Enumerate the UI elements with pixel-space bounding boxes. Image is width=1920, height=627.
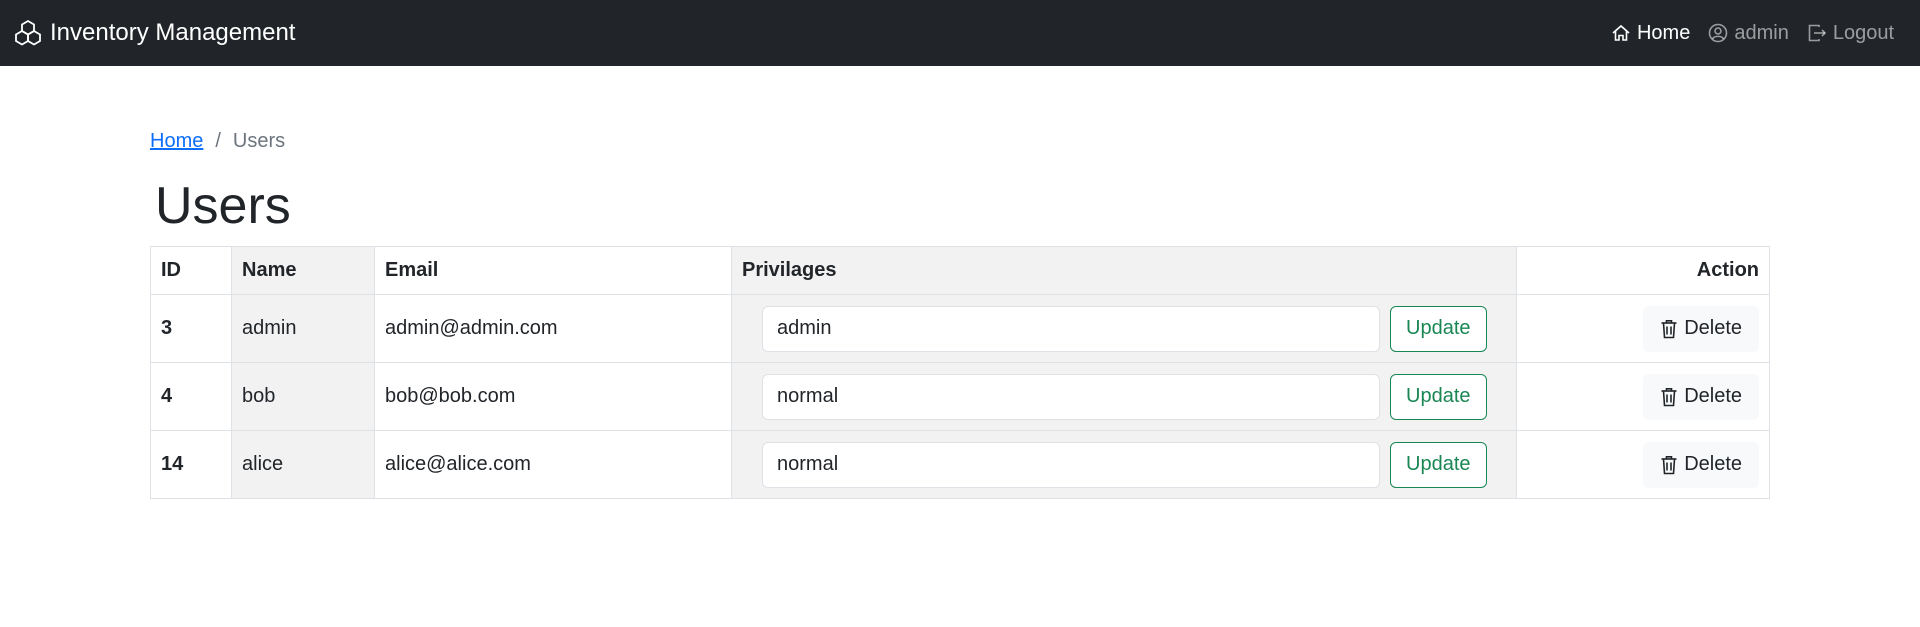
privilages-cell: Update bbox=[731, 430, 1517, 499]
breadcrumb-current: Users bbox=[232, 130, 286, 152]
person-circle-icon bbox=[1709, 23, 1728, 43]
action-cell: Delete bbox=[1516, 362, 1770, 431]
privilages-input[interactable] bbox=[762, 373, 1380, 420]
header-email: Email bbox=[374, 246, 732, 295]
header-action: Action bbox=[1516, 246, 1770, 295]
boxes-icon bbox=[15, 19, 41, 46]
brand-title: Inventory Management bbox=[50, 19, 296, 46]
table-header-row: ID Name Email Privilages Action bbox=[150, 246, 1770, 295]
table-row: 4 bob bob@bob.com Update Delete bbox=[150, 362, 1770, 431]
privilages-form: Update bbox=[742, 373, 1506, 420]
delete-label: Delete bbox=[1684, 385, 1742, 407]
house-icon bbox=[1612, 24, 1630, 41]
user-name: admin bbox=[231, 294, 375, 363]
privilages-cell: Update bbox=[731, 362, 1517, 431]
update-button[interactable]: Update bbox=[1390, 373, 1487, 420]
user-id: 3 bbox=[150, 294, 232, 363]
nav-user[interactable]: admin bbox=[1708, 21, 1789, 45]
navbar-menu: Home admin Logout bbox=[1611, 22, 1906, 45]
breadcrumb: Home / Users bbox=[150, 130, 285, 153]
user-name: bob bbox=[231, 362, 375, 431]
action-cell: Delete bbox=[1516, 294, 1770, 363]
user-name: alice bbox=[231, 430, 375, 499]
privilages-input[interactable] bbox=[762, 305, 1380, 352]
privilages-form: Update bbox=[742, 305, 1506, 352]
breadcrumb-separator: / bbox=[215, 130, 221, 152]
delete-label: Delete bbox=[1684, 453, 1742, 475]
user-id: 14 bbox=[150, 430, 232, 499]
delete-button[interactable]: Delete bbox=[1643, 441, 1759, 488]
brand[interactable]: Inventory Management bbox=[14, 19, 295, 47]
update-button[interactable]: Update bbox=[1390, 305, 1487, 352]
delete-label: Delete bbox=[1684, 317, 1742, 339]
table-row: 3 admin admin@admin.com Update Delete bbox=[150, 294, 1770, 363]
user-email: alice@alice.com bbox=[374, 430, 732, 499]
trash-icon bbox=[1661, 387, 1677, 406]
privilages-form: Update bbox=[742, 441, 1506, 488]
users-table: ID Name Email Privilages Action 3 admin … bbox=[150, 246, 1770, 499]
user-email: admin@admin.com bbox=[374, 294, 732, 363]
privilages-cell: Update bbox=[731, 294, 1517, 363]
nav-home[interactable]: Home bbox=[1611, 22, 1690, 45]
delete-button[interactable]: Delete bbox=[1643, 373, 1759, 420]
nav-logout-label: Logout bbox=[1832, 21, 1894, 44]
action-cell: Delete bbox=[1516, 430, 1770, 499]
header-id: ID bbox=[150, 246, 232, 295]
nav-home-label: Home bbox=[1636, 21, 1691, 44]
nav-logout[interactable]: Logout bbox=[1807, 22, 1894, 45]
top-navbar: Inventory Management Home admin Logout bbox=[0, 0, 1920, 66]
breadcrumb-home-link[interactable]: Home bbox=[150, 130, 203, 153]
box-arrow-right-icon bbox=[1808, 24, 1826, 42]
privilages-input[interactable] bbox=[762, 441, 1380, 488]
user-email: bob@bob.com bbox=[374, 362, 732, 431]
delete-button[interactable]: Delete bbox=[1643, 305, 1759, 352]
table-row: 14 alice alice@alice.com Update Delete bbox=[150, 430, 1770, 499]
user-id: 4 bbox=[150, 362, 232, 431]
trash-icon bbox=[1661, 455, 1677, 474]
nav-user-label: admin bbox=[1734, 21, 1789, 44]
trash-icon bbox=[1661, 319, 1677, 338]
update-button[interactable]: Update bbox=[1390, 441, 1487, 488]
page-title: Users bbox=[155, 177, 291, 235]
header-name: Name bbox=[231, 246, 375, 295]
header-privilages: Privilages bbox=[731, 246, 1517, 295]
